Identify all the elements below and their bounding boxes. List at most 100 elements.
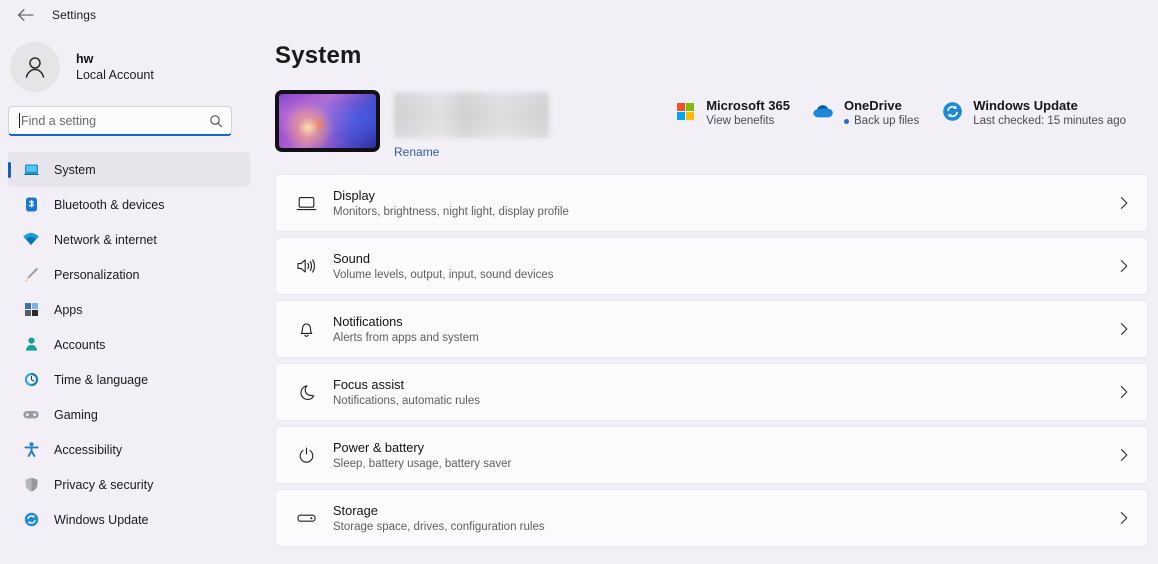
settings-row-focus-assist[interactable]: Focus assist Notifications, automatic ru… xyxy=(275,363,1148,421)
back-arrow-icon[interactable] xyxy=(12,4,38,26)
row-subtitle: Volume levels, output, input, sound devi… xyxy=(333,269,554,281)
settings-row-storage[interactable]: Storage Storage space, drives, configura… xyxy=(275,489,1148,547)
sidebar-item-accounts[interactable]: Accounts xyxy=(8,327,250,362)
gamepad-icon xyxy=(22,406,40,424)
sidebar-item-label: Gaming xyxy=(54,407,98,422)
text-caret xyxy=(19,113,20,128)
settings-window: Settings hw Local Account Find a setting… xyxy=(0,0,1158,564)
settings-list: Display Monitors, brightness, night ligh… xyxy=(275,174,1148,547)
windows-update-icon xyxy=(941,100,963,122)
chevron-right-icon[interactable] xyxy=(1119,448,1133,462)
apps-grid-icon xyxy=(22,301,40,319)
search-placeholder: Find a setting xyxy=(21,113,97,128)
sidebar-item-apps[interactable]: Apps xyxy=(8,292,250,327)
sidebar-item-windows-update[interactable]: Windows Update xyxy=(8,502,250,537)
window-body: hw Local Account Find a setting System B… xyxy=(0,30,1158,564)
row-title: Power & battery xyxy=(333,440,425,455)
sidebar-item-label: Personalization xyxy=(54,267,140,282)
settings-row-power-battery[interactable]: Power & battery Sleep, battery usage, ba… xyxy=(275,426,1148,484)
sidebar-item-label: Time & language xyxy=(54,372,149,387)
rename-link[interactable]: Rename xyxy=(394,145,549,159)
onedrive-cloud-icon xyxy=(812,100,834,122)
bluetooth-icon xyxy=(22,196,40,214)
chevron-right-icon[interactable] xyxy=(1119,511,1133,525)
sidebar-nav: System Bluetooth & devices Network & int… xyxy=(0,152,250,537)
service-title: Microsoft 365 xyxy=(706,98,790,113)
search-input[interactable]: Find a setting xyxy=(8,106,232,136)
sidebar: hw Local Account Find a setting System B… xyxy=(0,30,260,564)
service-subtitle-row: Back up files xyxy=(844,115,919,127)
row-title: Storage xyxy=(333,503,378,518)
sidebar-item-time-language[interactable]: Time & language xyxy=(8,362,250,397)
service-tile-microsoft-365[interactable]: Microsoft 365 View benefits xyxy=(674,98,812,127)
storage-drive-icon xyxy=(293,511,319,525)
person-avatar-icon xyxy=(10,42,60,92)
service-subtitle: Back up files xyxy=(854,115,920,127)
chevron-right-icon[interactable] xyxy=(1119,322,1133,336)
service-tile-onedrive[interactable]: OneDrive Back up files xyxy=(812,98,941,127)
sidebar-item-system[interactable]: System xyxy=(8,152,250,187)
row-title: Display xyxy=(333,188,375,203)
person-icon xyxy=(22,336,40,354)
sidebar-item-gaming[interactable]: Gaming xyxy=(8,397,250,432)
chevron-right-icon[interactable] xyxy=(1119,196,1133,210)
sidebar-item-bluetooth-devices[interactable]: Bluetooth & devices xyxy=(8,187,250,222)
device-name-redacted xyxy=(394,92,549,138)
settings-row-notifications[interactable]: Notifications Alerts from apps and syste… xyxy=(275,300,1148,358)
clock-icon xyxy=(22,371,40,389)
service-tile-windows-update[interactable]: Windows Update Last checked: 15 minutes … xyxy=(941,98,1148,127)
device-hero: Rename Microsoft 365 View benefits OneDr… xyxy=(275,90,1148,160)
row-subtitle: Notifications, automatic rules xyxy=(333,395,481,407)
device-wallpaper-thumbnail xyxy=(275,90,380,152)
wifi-icon xyxy=(22,231,40,249)
settings-row-display[interactable]: Display Monitors, brightness, night ligh… xyxy=(275,174,1148,232)
account-type: Local Account xyxy=(76,68,154,82)
update-sync-icon xyxy=(22,511,40,529)
microsoft-logo-icon xyxy=(674,100,696,122)
row-subtitle: Sleep, battery usage, battery saver xyxy=(333,458,512,470)
monitor-icon xyxy=(22,161,40,179)
row-title: Notifications xyxy=(333,314,403,329)
search-container: Find a setting xyxy=(0,92,250,136)
sidebar-item-label: System xyxy=(54,162,96,177)
sidebar-item-label: Apps xyxy=(54,302,83,317)
service-subtitle: Last checked: 15 minutes ago xyxy=(973,115,1126,127)
sidebar-item-label: Privacy & security xyxy=(54,477,154,492)
sidebar-item-privacy-security[interactable]: Privacy & security xyxy=(8,467,250,502)
shield-icon xyxy=(22,476,40,494)
row-title: Focus assist xyxy=(333,377,405,392)
row-subtitle: Monitors, brightness, night light, displ… xyxy=(333,206,569,218)
account-name: hw xyxy=(76,51,94,66)
service-title: Windows Update xyxy=(973,98,1078,113)
sidebar-item-accessibility[interactable]: Accessibility xyxy=(8,432,250,467)
chevron-right-icon[interactable] xyxy=(1119,259,1133,273)
sidebar-item-label: Windows Update xyxy=(54,512,149,527)
row-subtitle: Storage space, drives, configuration rul… xyxy=(333,521,545,533)
accessibility-person-icon xyxy=(22,441,40,459)
paintbrush-icon xyxy=(22,266,40,284)
service-title: OneDrive xyxy=(844,98,902,113)
focus-assist-moon-icon xyxy=(293,383,319,402)
sidebar-item-label: Bluetooth & devices xyxy=(54,197,165,212)
sidebar-item-network-internet[interactable]: Network & internet xyxy=(8,222,250,257)
row-title: Sound xyxy=(333,251,371,266)
title-bar: Settings xyxy=(0,0,1158,30)
status-dot xyxy=(844,118,849,124)
sidebar-item-label: Accessibility xyxy=(54,442,123,457)
main-content: System Rename Microsoft 365 View benefit… xyxy=(260,30,1158,564)
settings-row-sound[interactable]: Sound Volume levels, output, input, soun… xyxy=(275,237,1148,295)
sidebar-item-personalization[interactable]: Personalization xyxy=(8,257,250,292)
notifications-bell-icon xyxy=(293,320,319,339)
sound-speaker-icon xyxy=(293,257,319,275)
account-summary[interactable]: hw Local Account xyxy=(0,30,250,92)
service-tiles: Microsoft 365 View benefits OneDrive Bac… xyxy=(674,90,1148,127)
sidebar-item-label: Accounts xyxy=(54,337,106,352)
sidebar-item-label: Network & internet xyxy=(54,232,157,247)
device-summary: Rename xyxy=(275,90,549,159)
service-subtitle: View benefits xyxy=(706,115,775,127)
row-subtitle: Alerts from apps and system xyxy=(333,332,479,344)
search-icon[interactable] xyxy=(209,114,223,128)
display-monitor-icon xyxy=(293,195,319,212)
power-battery-icon xyxy=(293,446,319,465)
chevron-right-icon[interactable] xyxy=(1119,385,1133,399)
